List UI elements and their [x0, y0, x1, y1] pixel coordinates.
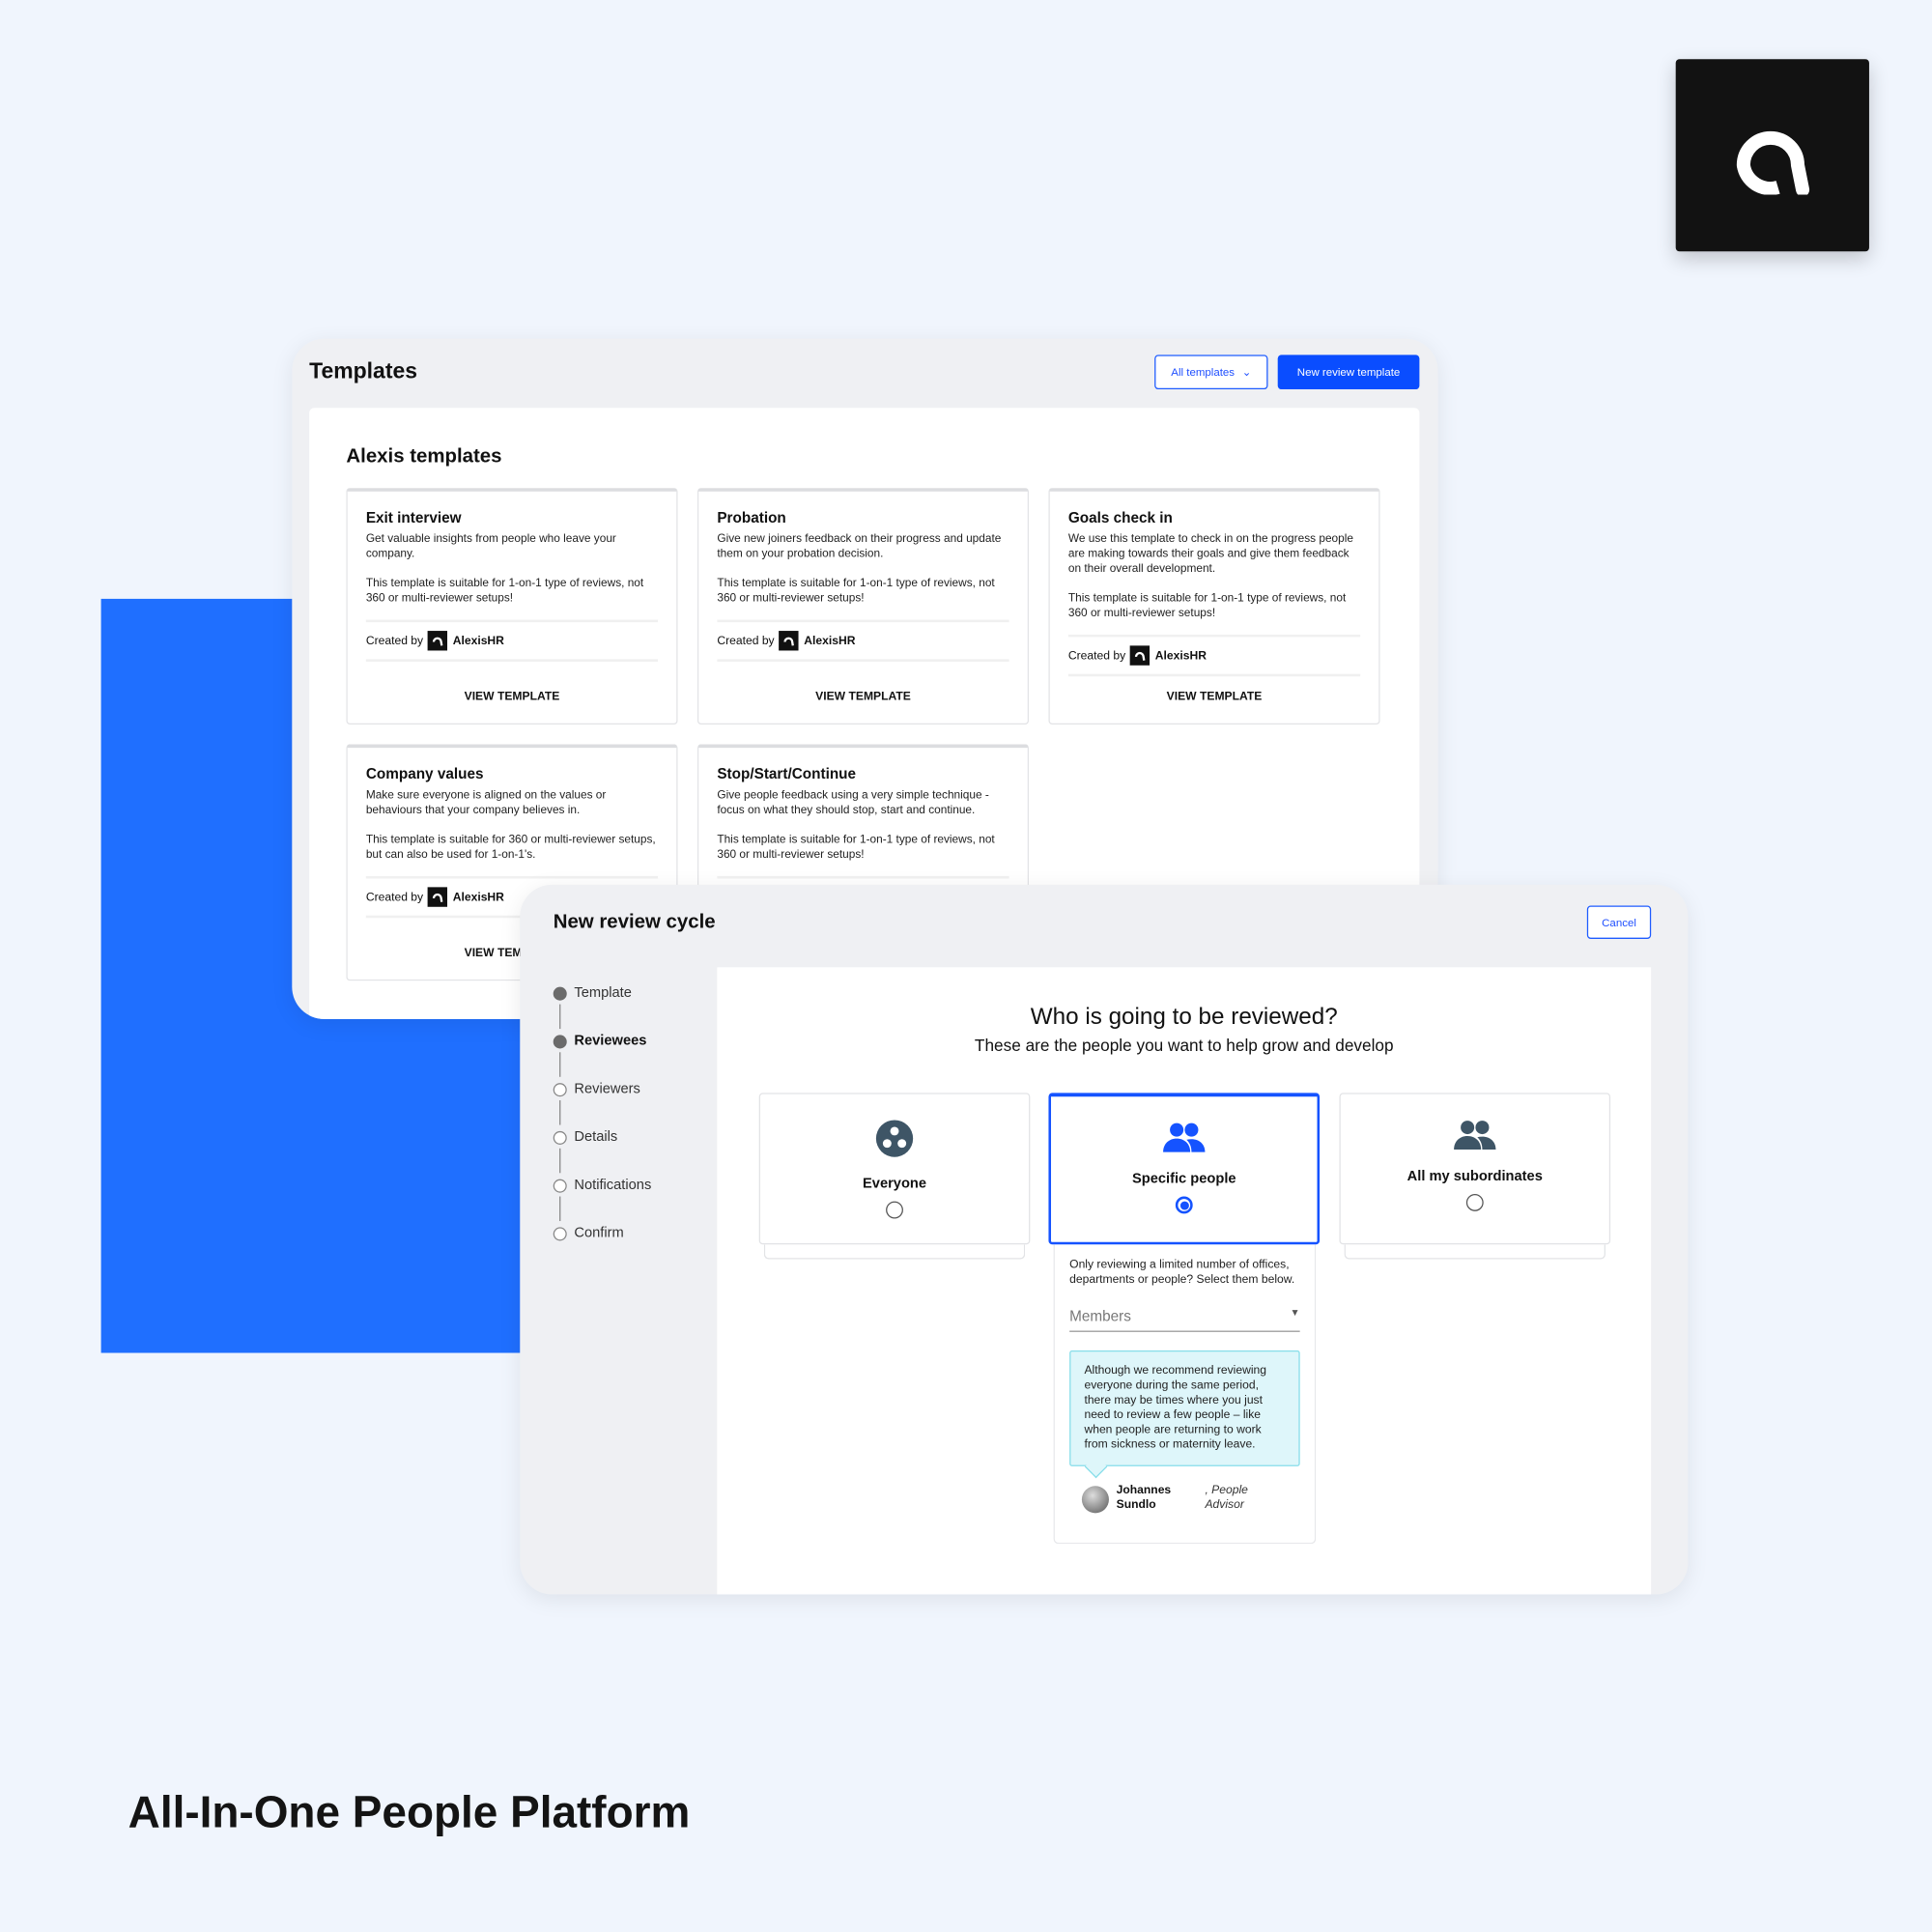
created-by-label: Created by [365, 634, 424, 648]
step-status-icon [553, 1226, 567, 1240]
view-template-button[interactable]: VIEW TEMPLATE [698, 690, 1028, 703]
created-by-label: Created by [1067, 648, 1126, 663]
filter-label: All templates [1171, 365, 1236, 379]
step-status-icon [553, 1082, 567, 1096]
step-reviewers[interactable]: Reviewers [553, 1081, 640, 1097]
option-card-base [1344, 1244, 1605, 1260]
creator-name: AlexisHR [1154, 648, 1207, 663]
alexis-logo [1675, 59, 1869, 252]
alexis-logo-icon [779, 631, 800, 651]
new-review-template-button[interactable]: New review template [1277, 355, 1420, 390]
option-card-base [763, 1244, 1026, 1260]
template-title: Company values [365, 765, 484, 782]
step-heading: Who is going to be reviewed? [1030, 1004, 1338, 1031]
option-label: Specific people [1131, 1172, 1236, 1187]
page-title: Templates [309, 358, 418, 384]
radio-button[interactable] [1465, 1193, 1484, 1211]
template-note: This template is suitable for 360 or mul… [365, 833, 656, 861]
step-status-icon [553, 986, 567, 1001]
template-note: This template is suitable for 1-on-1 typ… [717, 833, 995, 861]
step-details[interactable]: Details [553, 1129, 618, 1145]
template-note: This template is suitable for 1-on-1 typ… [717, 576, 995, 604]
option-label: All my subordinates [1406, 1169, 1543, 1184]
template-description: We use this template to check in on the … [1067, 532, 1353, 575]
step-subheading: These are the people you want to help gr… [974, 1036, 1394, 1055]
alexis-logo-icon [428, 887, 448, 907]
template-title: Exit interview [365, 508, 462, 526]
step-label: Notifications [574, 1178, 652, 1193]
step-content: Who is going to be reviewed? These are t… [717, 967, 1652, 1595]
radio-button[interactable] [1175, 1196, 1193, 1214]
creator-name: AlexisHR [452, 890, 504, 904]
step-label: Details [574, 1129, 618, 1145]
option-all-my-subordinates[interactable]: All my subordinates [1339, 1093, 1611, 1245]
creator-name: AlexisHR [452, 634, 504, 648]
step-confirm[interactable]: Confirm [553, 1226, 624, 1241]
step-status-icon [553, 1034, 567, 1048]
step-connector [559, 1100, 561, 1125]
specific-description: Only reviewing a limited number of offic… [1069, 1258, 1295, 1287]
step-label: Reviewers [574, 1081, 640, 1097]
template-description: Get valuable insights from people who le… [365, 532, 616, 560]
dialog-title: New review cycle [553, 911, 716, 933]
template-title: Stop/Start/Continue [717, 765, 857, 782]
members-select[interactable]: Members ▼ [1069, 1307, 1300, 1332]
alexis-logo-icon [1130, 645, 1151, 666]
members-placeholder: Members [1069, 1307, 1131, 1325]
new-review-cycle-panel: New review cycle Cancel Template Reviewee… [520, 884, 1689, 1595]
created-by: Created by AlexisHR [365, 619, 659, 662]
step-template[interactable]: Template [553, 985, 632, 1001]
step-connector [559, 1004, 561, 1030]
specific-people-details: Only reviewing a limited number of offic… [1053, 1244, 1317, 1545]
template-note: This template is suitable for 1-on-1 typ… [1067, 591, 1347, 619]
option-specific-people[interactable]: Specific people [1048, 1093, 1321, 1245]
tagline: All-In-One People Platform [128, 1786, 691, 1837]
option-everyone[interactable]: Everyone [758, 1093, 1031, 1245]
step-label: Template [574, 985, 632, 1001]
chevron-down-icon: ⌄ [1241, 365, 1252, 378]
step-connector [559, 1196, 561, 1222]
template-description: Give new joiners feedback on their progr… [717, 532, 1002, 560]
step-connector [559, 1052, 561, 1077]
step-label: Reviewees [574, 1034, 647, 1049]
step-status-icon [553, 1130, 567, 1145]
caret-down-icon: ▼ [1290, 1307, 1300, 1319]
all-templates-dropdown[interactable]: All templates ⌄ [1154, 355, 1268, 390]
avatar [1081, 1486, 1109, 1514]
template-title: Goals check in [1067, 508, 1173, 526]
option-label: Everyone [862, 1177, 927, 1192]
section-title: Alexis templates [346, 445, 502, 468]
alexis-a-logo-icon [1736, 130, 1809, 195]
step-status-icon [553, 1179, 567, 1193]
template-title: Probation [717, 508, 786, 526]
template-description: Give people feedback using a very simple… [717, 788, 989, 816]
advisor: Johannes Sundlo , People Advisor [1069, 1484, 1300, 1514]
step-reviewees[interactable]: Reviewees [553, 1034, 647, 1049]
view-template-button[interactable]: VIEW TEMPLATE [348, 690, 677, 703]
template-note: This template is suitable for 1-on-1 typ… [365, 576, 644, 604]
people-icon [1162, 1122, 1207, 1160]
created-by-label: Created by [365, 890, 424, 904]
creator-name: AlexisHR [804, 634, 856, 648]
advisor-name: Johannes Sundlo [1116, 1483, 1172, 1513]
created-by-label: Created by [717, 634, 775, 648]
step-notifications[interactable]: Notifications [553, 1178, 652, 1193]
group-circle-icon [875, 1119, 915, 1164]
created-by: Created by AlexisHR [1067, 634, 1361, 677]
radio-button[interactable] [886, 1201, 903, 1219]
cancel-button[interactable]: Cancel [1586, 905, 1652, 939]
template-card: Probation Give new joiners feedback on t… [696, 488, 1030, 724]
alexis-logo-icon [428, 631, 448, 651]
created-by: Created by AlexisHR [717, 619, 1009, 662]
template-card: Exit interview Get valuable insights fro… [346, 488, 678, 724]
advisor-role: , People Advisor [1205, 1483, 1248, 1513]
people-icon [1453, 1119, 1497, 1157]
step-label: Confirm [574, 1226, 624, 1241]
step-connector [559, 1148, 561, 1174]
template-description: Make sure everyone is aligned on the val… [365, 788, 607, 816]
template-card: Goals check in We use this template to c… [1048, 488, 1380, 724]
view-template-button[interactable]: VIEW TEMPLATE [1050, 690, 1379, 703]
advisor-tip: Although we recommend reviewing everyone… [1069, 1350, 1300, 1466]
